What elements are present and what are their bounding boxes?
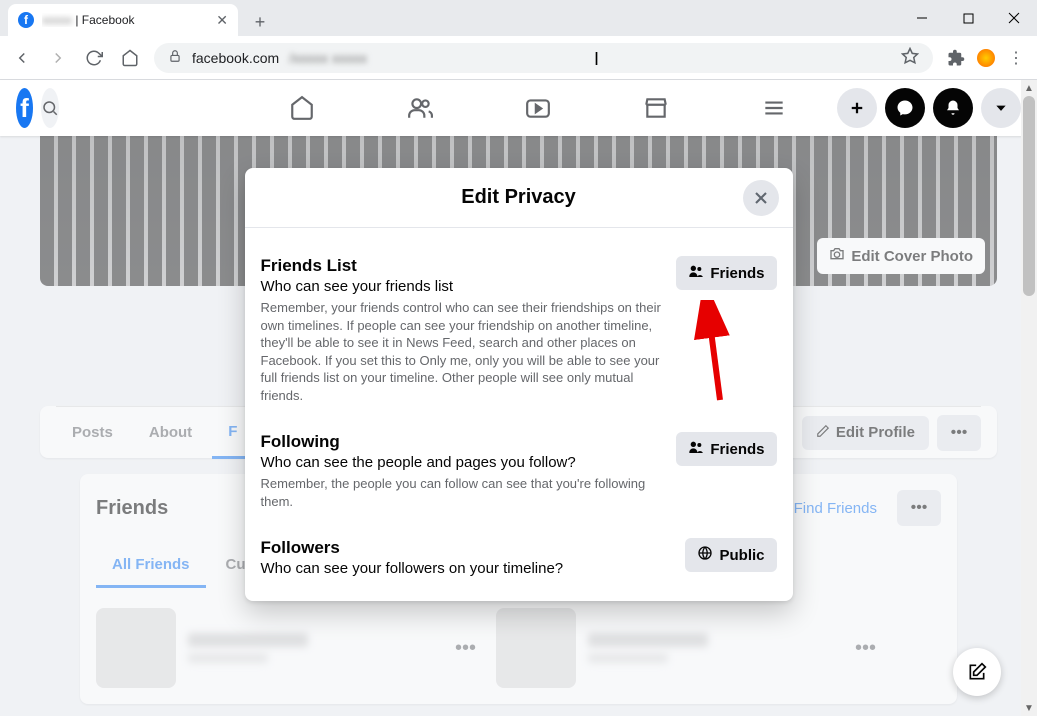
back-button[interactable] [10,46,34,70]
forward-button[interactable] [46,46,70,70]
close-window-button[interactable] [991,0,1037,36]
edit-cover-button[interactable]: Edit Cover Photo [817,238,985,274]
nav-marketplace[interactable] [601,84,711,132]
text-cursor: I [594,49,599,70]
nav-friends[interactable] [365,84,475,132]
friend-sub-redacted [188,653,268,663]
privacy-row-following: Following Who can see the people and pag… [261,418,777,524]
pencil-icon [816,424,830,442]
camera-icon [829,246,845,266]
friends-title: Friends [96,497,168,520]
modal-body: Friends List Who can see your friends li… [245,228,793,601]
tab-posts[interactable]: Posts [56,407,129,459]
address-bar: facebook.com/xxxxx xxxxx I ⋮ [0,36,1037,80]
url-field[interactable]: facebook.com/xxxxx xxxxx I [154,43,933,73]
messenger-button[interactable] [885,88,925,128]
url-host: facebook.com [192,50,279,66]
friends-icon [688,263,704,283]
maximize-button[interactable] [945,0,991,36]
new-tab-button[interactable]: + [246,8,274,36]
create-button[interactable] [837,88,877,128]
facebook-logo[interactable]: f [16,88,33,128]
top-nav [247,84,829,132]
find-friends-link[interactable]: Find Friends [782,492,889,525]
minimize-button[interactable] [899,0,945,36]
friend-thumb [496,608,576,688]
notifications-button[interactable] [933,88,973,128]
privacy-sub: Who can see the people and pages you fol… [261,454,665,471]
friend-name-redacted [588,633,708,647]
nav-menu[interactable] [719,84,829,132]
star-icon[interactable] [901,47,919,68]
header-right [837,88,1021,128]
privacy-heading: Friends List [261,256,665,276]
scroll-up-button[interactable]: ▲ [1021,80,1037,96]
friend-item[interactable]: ••• [496,608,876,688]
extensions-icon[interactable] [945,47,967,69]
modal-close-button[interactable] [743,180,779,216]
privacy-sub: Who can see your followers on your timel… [261,560,674,577]
privacy-desc: Remember, your friends control who can s… [261,299,665,404]
privacy-sub: Who can see your friends list [261,278,665,295]
extension-badge-icon[interactable] [977,49,995,67]
privacy-selector-friends-list[interactable]: Friends [676,256,776,290]
nav-watch[interactable] [483,84,593,132]
tab-title: xxxxx | Facebook [42,13,208,27]
friends-icon [688,439,704,459]
tab-about[interactable]: About [133,407,208,459]
home-button[interactable] [118,46,142,70]
edit-cover-label: Edit Cover Photo [851,248,973,265]
privacy-button-label: Friends [710,441,764,458]
privacy-row-followers: Followers Who can see your followers on … [261,524,777,581]
privacy-heading: Following [261,432,665,452]
toolbar-actions: ⋮ [945,47,1027,69]
edit-privacy-modal: Edit Privacy Friends List Who can see yo… [245,168,793,601]
friend-sub-redacted [588,653,668,663]
nav-home[interactable] [247,84,357,132]
reload-button[interactable] [82,46,106,70]
lock-icon [168,49,182,66]
profile-more-button[interactable]: ••• [937,415,981,451]
edit-profile-button[interactable]: Edit Profile [802,416,929,450]
subtab-all-friends[interactable]: All Friends [96,544,206,588]
compose-fab[interactable] [953,648,1001,696]
browser-menu-icon[interactable]: ⋮ [1005,47,1027,69]
browser-tab[interactable]: f xxxxx | Facebook ✕ [8,4,238,36]
scroll-down-button[interactable]: ▼ [1021,700,1037,716]
friends-more-button[interactable]: ••• [897,490,941,526]
friend-item[interactable]: ••• [96,608,476,688]
facebook-favicon: f [18,12,34,28]
modal-header: Edit Privacy [245,168,793,228]
browser-chrome: f xxxxx | Facebook ✕ + facebook.com/xxxx… [0,0,1037,80]
friend-more-button[interactable]: ••• [455,637,476,660]
privacy-button-label: Public [719,547,764,564]
edit-profile-label: Edit Profile [836,424,915,441]
search-button[interactable] [41,88,59,128]
scrollbar-thumb[interactable] [1023,96,1035,296]
privacy-desc: Remember, the people you can follow can … [261,475,665,510]
url-path-redacted: /xxxxx xxxxx [289,50,367,66]
facebook-header: f [0,80,1037,136]
privacy-heading: Followers [261,538,674,558]
privacy-selector-following[interactable]: Friends [676,432,776,466]
privacy-row-friends-list: Friends List Who can see your friends li… [261,242,777,418]
account-button[interactable] [981,88,1021,128]
tab-bar: f xxxxx | Facebook ✕ + [0,0,1037,36]
friend-more-button[interactable]: ••• [855,637,876,660]
friend-thumb [96,608,176,688]
modal-title: Edit Privacy [461,186,576,209]
privacy-selector-followers[interactable]: Public [685,538,776,572]
friend-name-redacted [188,633,308,647]
public-icon [697,545,713,565]
privacy-button-label: Friends [710,265,764,282]
window-controls [899,0,1037,36]
close-tab-icon[interactable]: ✕ [216,12,228,29]
